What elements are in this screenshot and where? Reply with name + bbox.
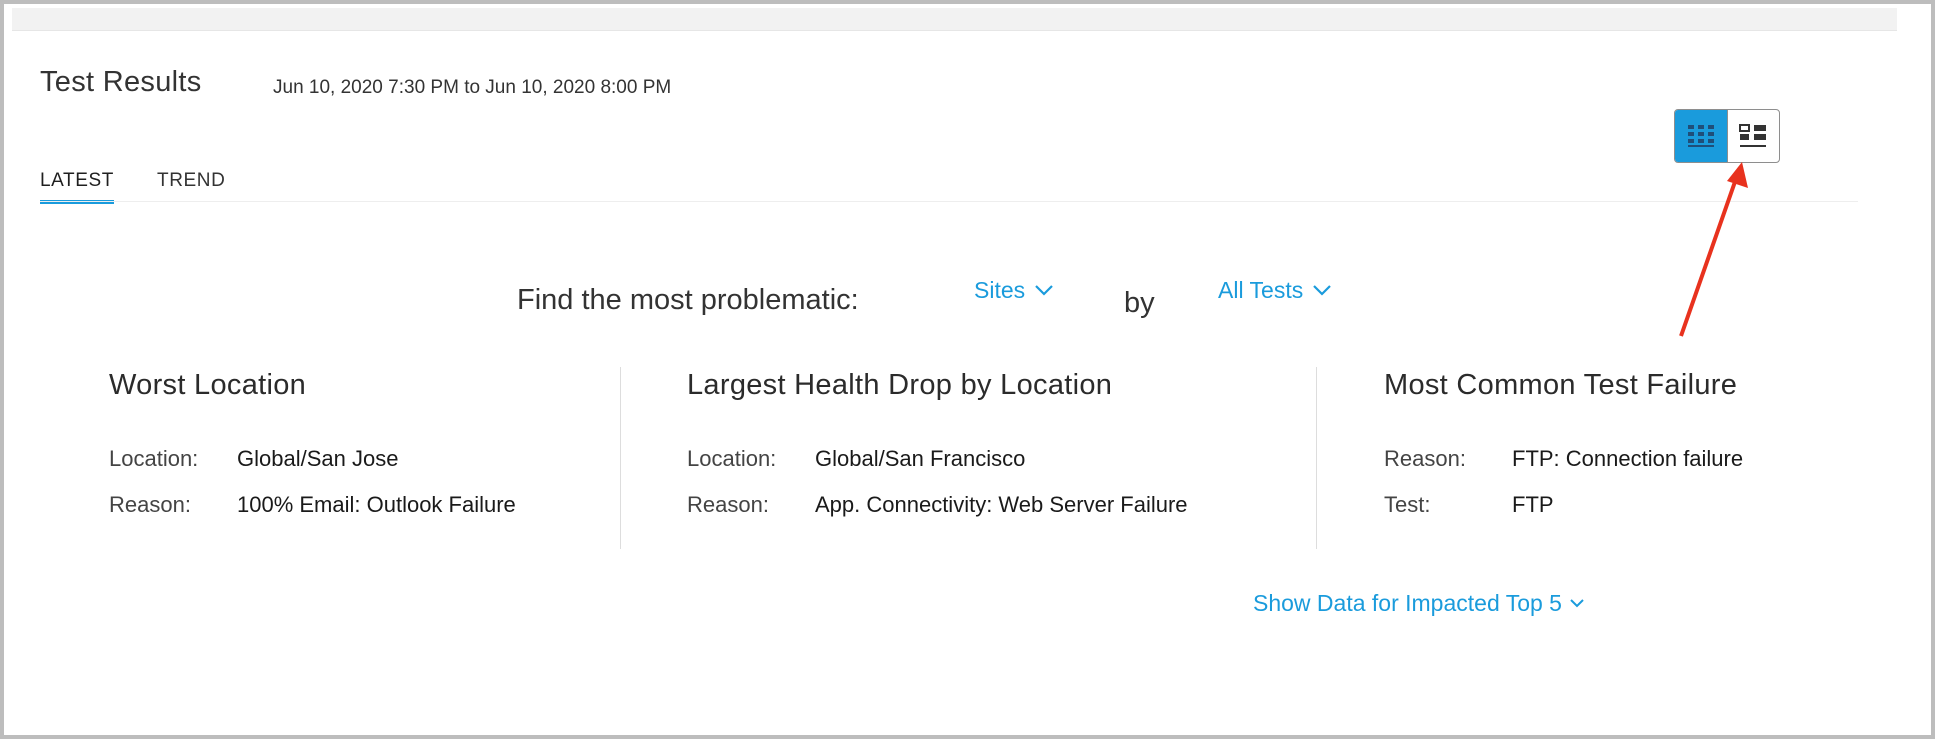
tab-trend[interactable]: TREND (157, 170, 225, 204)
row-label: Test: (1384, 492, 1431, 517)
card-view-icon (1739, 124, 1767, 147)
filter-connector: by (1124, 287, 1155, 319)
screenshot-frame: Test Results Jun 10, 2020 7:30 PM to Jun… (0, 0, 1935, 739)
time-range: Jun 10, 2020 7:30 PM to Jun 10, 2020 8:0… (273, 77, 672, 98)
row-value: 100% Email: Outlook Failure (237, 492, 516, 517)
card-row: Test: FTP (1384, 492, 1743, 518)
row-value: App. Connectivity: Web Server Failure (815, 492, 1188, 517)
card-title: Worst Location (109, 369, 307, 401)
card-title: Largest Health Drop by Location (687, 369, 1113, 401)
card-divider (1316, 367, 1317, 549)
most-common-failure-card: Most Common Test Failure Reason: FTP: Co… (1384, 369, 1743, 538)
tests-dropdown-label: All Tests (1218, 277, 1304, 303)
row-label: Reason: (1384, 446, 1466, 471)
row-value: FTP (1512, 492, 1554, 517)
tests-dropdown[interactable]: All Tests (1218, 277, 1331, 304)
card-row: Reason: App. Connectivity: Web Server Fa… (687, 492, 1188, 518)
row-label: Location: (109, 446, 199, 471)
filter-prompt: Find the most problematic: (517, 284, 859, 316)
chevron-down-icon (1570, 599, 1584, 608)
chevron-down-icon (1313, 285, 1331, 296)
chevron-down-icon (1035, 285, 1053, 296)
row-label: Location: (687, 446, 777, 471)
card-row: Reason: 100% Email: Outlook Failure (109, 492, 516, 518)
grid-view-button[interactable] (1675, 110, 1727, 162)
page-title: Test Results (40, 66, 202, 98)
card-row: Reason: FTP: Connection failure (1384, 446, 1743, 472)
row-value: Global/San Francisco (815, 446, 1026, 471)
card-divider (620, 367, 621, 549)
row-label: Reason: (687, 492, 769, 517)
row-value: Global/San Jose (237, 446, 399, 471)
worst-location-card: Worst Location Location: Global/San Jose… (109, 369, 516, 538)
tabs-divider (40, 201, 1858, 202)
card-title: Most Common Test Failure (1384, 369, 1738, 401)
sites-dropdown-label: Sites (974, 277, 1026, 303)
sites-dropdown[interactable]: Sites (974, 277, 1053, 304)
tab-latest[interactable]: LATEST (40, 170, 114, 204)
show-impacted-top5-link[interactable]: Show Data for Impacted Top 5 (1253, 590, 1584, 617)
card-row: Location: Global/San Jose (109, 446, 516, 472)
row-value: FTP: Connection failure (1512, 446, 1744, 471)
tab-bar: LATEST TREND (40, 170, 225, 204)
show-more-label: Show Data for Impacted Top 5 (1253, 590, 1562, 616)
card-row: Location: Global/San Francisco (687, 446, 1188, 472)
largest-health-drop-card: Largest Health Drop by Location Location… (687, 369, 1188, 538)
grid-view-icon (1687, 125, 1714, 147)
card-view-button[interactable] (1726, 110, 1780, 162)
view-toggle (1674, 109, 1780, 163)
top-bar (12, 8, 1897, 31)
row-label: Reason: (109, 492, 191, 517)
